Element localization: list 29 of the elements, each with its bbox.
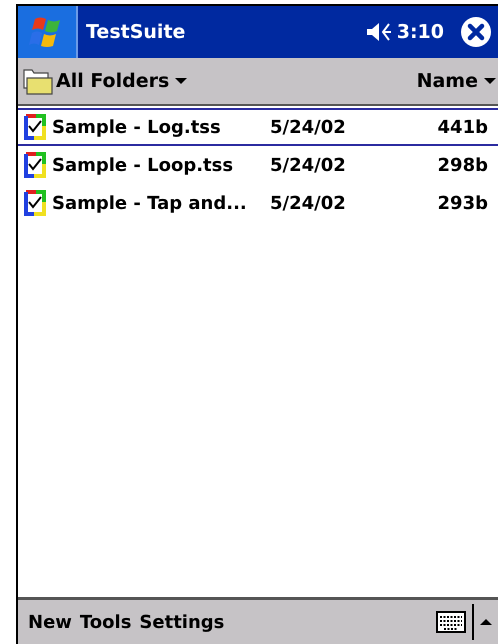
test-file-icon bbox=[24, 114, 46, 140]
menu-item[interactable]: New bbox=[24, 612, 76, 632]
file-date: 5/24/02 bbox=[270, 116, 347, 138]
speaker-icon[interactable] bbox=[364, 21, 393, 43]
caret-icon bbox=[484, 77, 496, 85]
file-size: 298b bbox=[436, 154, 488, 176]
file-row[interactable]: Sample - Log.tss 5/24/02 441b bbox=[18, 108, 498, 146]
file-row[interactable]: Sample - Tap and... 5/24/02 293b bbox=[18, 184, 498, 222]
test-file-icon bbox=[24, 152, 46, 178]
file-size: 441b bbox=[436, 116, 488, 138]
window-title: TestSuite bbox=[86, 21, 186, 43]
clock-time[interactable]: 3:10 bbox=[396, 21, 444, 43]
test-file-icon bbox=[24, 190, 46, 216]
up-arrow-icon[interactable] bbox=[480, 618, 492, 626]
close-icon[interactable] bbox=[460, 16, 492, 48]
folder-dropdown[interactable]: All Folders bbox=[18, 66, 192, 96]
start-button[interactable] bbox=[18, 6, 78, 58]
file-date: 5/24/02 bbox=[270, 154, 347, 176]
file-name: Sample - Tap and... bbox=[52, 192, 248, 214]
file-size: 293b bbox=[436, 192, 488, 214]
menu-item[interactable]: Tools bbox=[76, 612, 136, 632]
menu-item[interactable]: Settings bbox=[135, 612, 228, 632]
file-name: Sample - Loop.tss bbox=[52, 154, 234, 176]
sort-dropdown[interactable]: Name bbox=[412, 70, 498, 92]
file-row[interactable]: Sample - Loop.tss 5/24/02 298b bbox=[18, 146, 498, 184]
file-date: 5/24/02 bbox=[270, 192, 347, 214]
file-name: Sample - Log.tss bbox=[52, 116, 222, 138]
keyboard-icon[interactable] bbox=[436, 611, 466, 633]
caret-icon bbox=[175, 77, 188, 85]
